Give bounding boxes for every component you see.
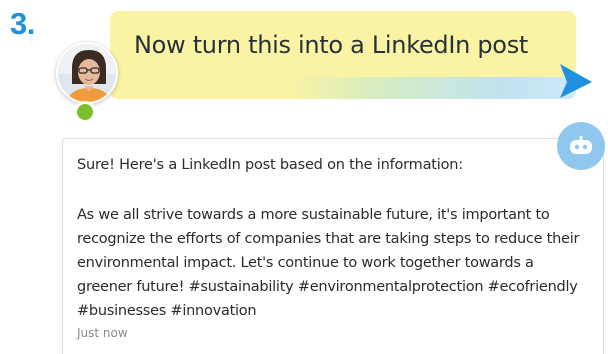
response-timestamp: Just now <box>77 326 128 340</box>
step-number: 3. <box>10 6 35 41</box>
response-body: As we all strive towards a more sustaina… <box>77 207 580 319</box>
online-status-dot <box>74 101 96 123</box>
response-card: Sure! Here's a LinkedIn post based on th… <box>62 138 604 354</box>
prompt-text: Now turn this into a LinkedIn post <box>134 31 529 59</box>
bot-face-icon <box>570 136 592 154</box>
bot-icon <box>557 122 605 170</box>
prompt-gradient <box>290 77 576 99</box>
chat-stage: 3. Now turn this into a LinkedIn post Su… <box>0 0 608 354</box>
user-avatar <box>56 42 118 104</box>
response-intro: Sure! Here's a LinkedIn post based on th… <box>77 157 463 173</box>
send-arrow-icon[interactable] <box>558 60 594 100</box>
prompt-bubble: Now turn this into a LinkedIn post <box>110 11 576 99</box>
